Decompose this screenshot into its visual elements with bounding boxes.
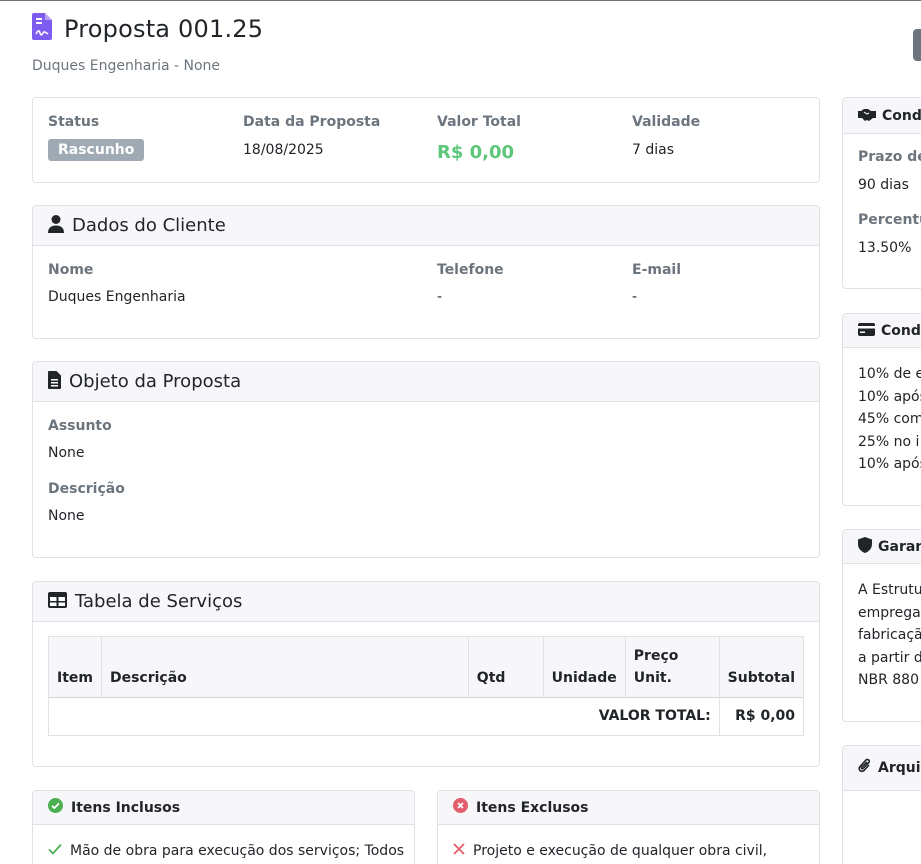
- payment-card: Condi 10% de e 10% após 45% com 25% no i…: [842, 313, 921, 506]
- validity-value: 7 dias: [632, 142, 675, 158]
- column-header-qty: Qtd: [468, 637, 544, 698]
- status-label: Status: [48, 114, 100, 130]
- services-title: Tabela de Serviços: [75, 591, 243, 612]
- object-title: Objeto da Proposta: [69, 371, 242, 392]
- summary-card: Status Rascunho Data da Proposta 18/08/2…: [32, 97, 820, 183]
- table-icon: [48, 591, 67, 612]
- table-total-value: R$ 0,00: [735, 708, 795, 725]
- client-email-label: E-mail: [632, 262, 682, 278]
- guarantee-line: NBR 880: [858, 672, 919, 688]
- user-icon: [48, 214, 64, 237]
- percent-label: Percentu: [858, 212, 921, 228]
- column-header-subtotal: Subtotal: [727, 670, 795, 686]
- x-icon: [453, 843, 465, 859]
- conditions-title: Cond: [882, 107, 921, 124]
- paperclip-icon: [858, 758, 872, 778]
- check-circle-icon: [48, 798, 63, 817]
- client-title: Dados do Cliente: [72, 215, 226, 236]
- date-label: Data da Proposta: [243, 114, 381, 130]
- page-title: Proposta 001.25: [64, 14, 264, 43]
- guarantee-lines: A Estrutu empregad fabricaçã a partir d …: [858, 579, 921, 692]
- files-title: Arquiv: [878, 760, 921, 776]
- column-header-item: Item: [49, 637, 102, 698]
- status-badge: Rascunho: [48, 139, 145, 161]
- total-label: Valor Total: [437, 114, 521, 130]
- guarantee-card: Garan A Estrutu empregad fabricaçã a par…: [842, 529, 921, 722]
- guarantee-line: fabricaçã: [858, 627, 921, 643]
- payment-title: Condi: [881, 322, 921, 339]
- column-header-description: Descrição: [101, 637, 469, 698]
- prazo-value: 90 dias: [858, 177, 909, 193]
- client-name-label: Nome: [48, 262, 94, 278]
- prazo-label: Prazo de: [858, 149, 921, 165]
- client-card: Dados do Cliente Nome Duques Engenharia …: [32, 205, 820, 339]
- client-phone-value: -: [437, 289, 443, 305]
- payment-line: 25% no i: [858, 433, 920, 450]
- x-circle-icon: [453, 798, 468, 817]
- guarantee-line: empregad: [858, 604, 921, 621]
- client-phone-label: Telefone: [437, 262, 504, 278]
- shield-icon: [858, 536, 872, 557]
- subject-value: None: [48, 445, 85, 461]
- excluded-item-text: Projeto e execução de qualquer obra civi…: [473, 843, 768, 859]
- payment-line: 10% após: [858, 456, 921, 472]
- check-icon: [48, 843, 62, 859]
- column-header-unit-price: Preço Unit.: [625, 637, 720, 698]
- included-title: Itens Inclusos: [71, 799, 181, 816]
- conditions-card: Cond Prazo de 90 dias Percentu 13.50%: [842, 97, 921, 289]
- services-table: Item Descrição Qtd Unidade Preço Unit. S…: [48, 636, 804, 736]
- validity-label: Validade: [632, 114, 701, 130]
- payment-line: 45% com: [858, 411, 921, 427]
- object-card: Objeto da Proposta Assunto None Descriçã…: [32, 361, 820, 558]
- table-total-label: VALOR TOTAL:: [49, 697, 720, 735]
- payment-line: 10% de e: [858, 366, 921, 382]
- actions-button[interactable]: [913, 29, 921, 61]
- services-card: Tabela de Serviços Item Descrição Qtd Un…: [32, 581, 820, 767]
- subject-label: Assunto: [48, 418, 112, 434]
- included-item-text: Mão de obra para execução dos serviços; …: [70, 843, 405, 859]
- column-header-unit: Unidade: [543, 637, 626, 698]
- excluded-title: Itens Exclusos: [476, 799, 589, 816]
- client-name-value: Duques Engenharia: [48, 289, 186, 305]
- total-value: R$ 0,00: [437, 142, 515, 163]
- payment-line: 10% após: [858, 388, 921, 405]
- description-label: Descrição: [48, 481, 125, 497]
- table-total-row: VALOR TOTAL: R$ 0,00: [49, 697, 803, 735]
- included-card: Itens Inclusos Mão de obra para execução…: [32, 790, 415, 864]
- excluded-card: Itens Exclusos Projeto e execução de qua…: [437, 790, 820, 864]
- page-header: Proposta 001.25 Duques Engenharia - None: [32, 13, 263, 74]
- percent-value: 13.50%: [858, 240, 912, 256]
- client-email-value: -: [632, 289, 638, 305]
- list-item: Projeto e execução de qualquer obra civi…: [453, 843, 767, 859]
- file-text-icon: [48, 370, 61, 393]
- guarantee-title: Garan: [878, 538, 921, 555]
- guarantee-line: a partir d: [858, 649, 921, 666]
- files-card: Arquiv: [842, 745, 921, 864]
- date-value: 18/08/2025: [243, 142, 324, 158]
- credit-card-icon: [858, 321, 875, 340]
- handshake-icon: [858, 106, 876, 125]
- guarantee-line: A Estrutu: [858, 582, 921, 598]
- list-item: Mão de obra para execução dos serviços; …: [48, 843, 404, 859]
- file-contract-icon: [32, 13, 52, 44]
- page-subtitle: Duques Engenharia - None: [32, 58, 221, 74]
- payment-lines: 10% de e 10% após 45% com 25% no i 10% a…: [858, 363, 921, 476]
- description-value: None: [48, 508, 85, 524]
